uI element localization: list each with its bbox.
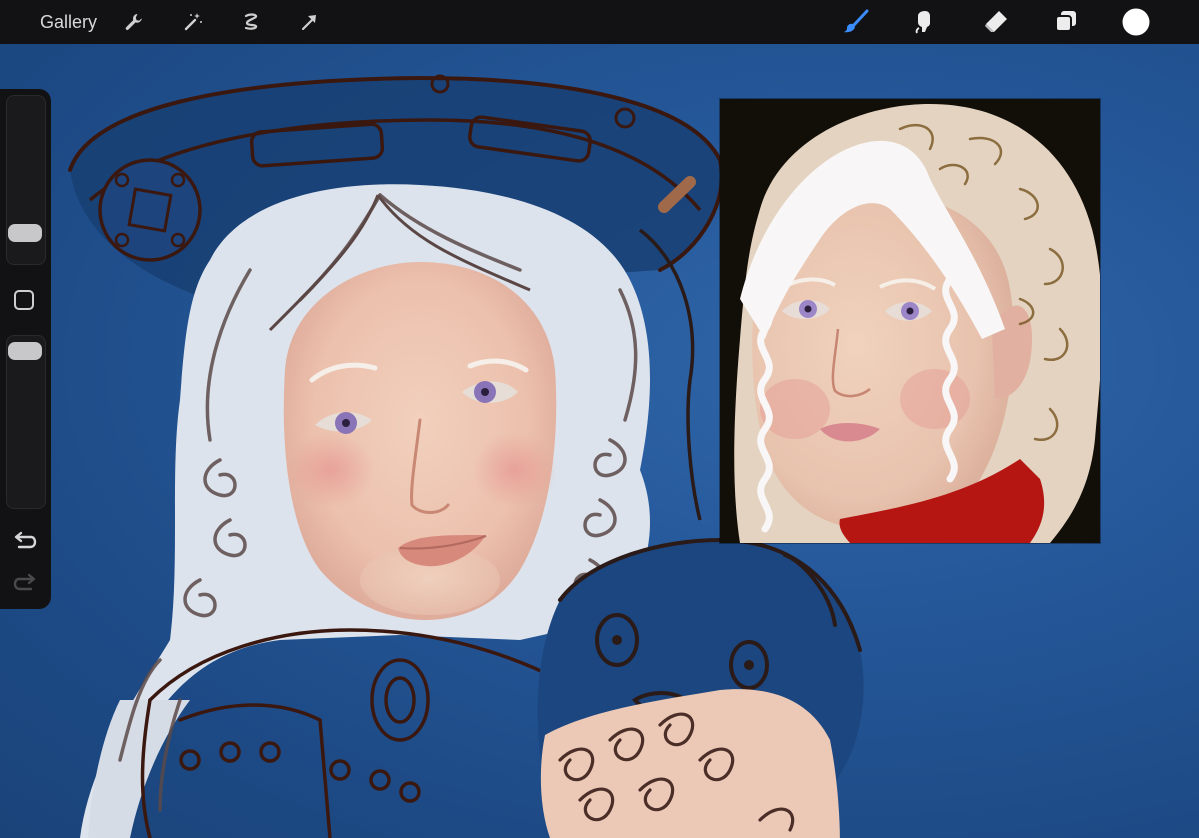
reference-portrait <box>720 99 1100 543</box>
top-toolbar: Gallery <box>0 0 1199 44</box>
left-sidebar <box>0 89 51 609</box>
magic-wand-icon[interactable] <box>179 8 207 36</box>
redo-icon[interactable] <box>12 571 38 595</box>
brush-icon[interactable] <box>842 8 870 36</box>
brush-opacity-slider[interactable] <box>6 335 46 509</box>
brush-opacity-handle[interactable] <box>8 342 42 360</box>
smudge-icon[interactable] <box>911 8 939 36</box>
reference-window[interactable] <box>720 99 1100 543</box>
eraser-icon[interactable] <box>982 8 1010 36</box>
brush-size-handle[interactable] <box>8 224 42 242</box>
selection-icon[interactable] <box>237 8 265 36</box>
layers-icon[interactable] <box>1052 8 1080 36</box>
undo-icon[interactable] <box>12 529 38 553</box>
color-swatch[interactable] <box>1121 7 1151 37</box>
procreate-app: Gallery <box>0 0 1199 838</box>
wrench-icon[interactable] <box>120 8 148 36</box>
gallery-button[interactable]: Gallery <box>40 11 97 33</box>
modify-button[interactable] <box>14 290 34 310</box>
transform-arrow-icon[interactable] <box>295 8 323 36</box>
